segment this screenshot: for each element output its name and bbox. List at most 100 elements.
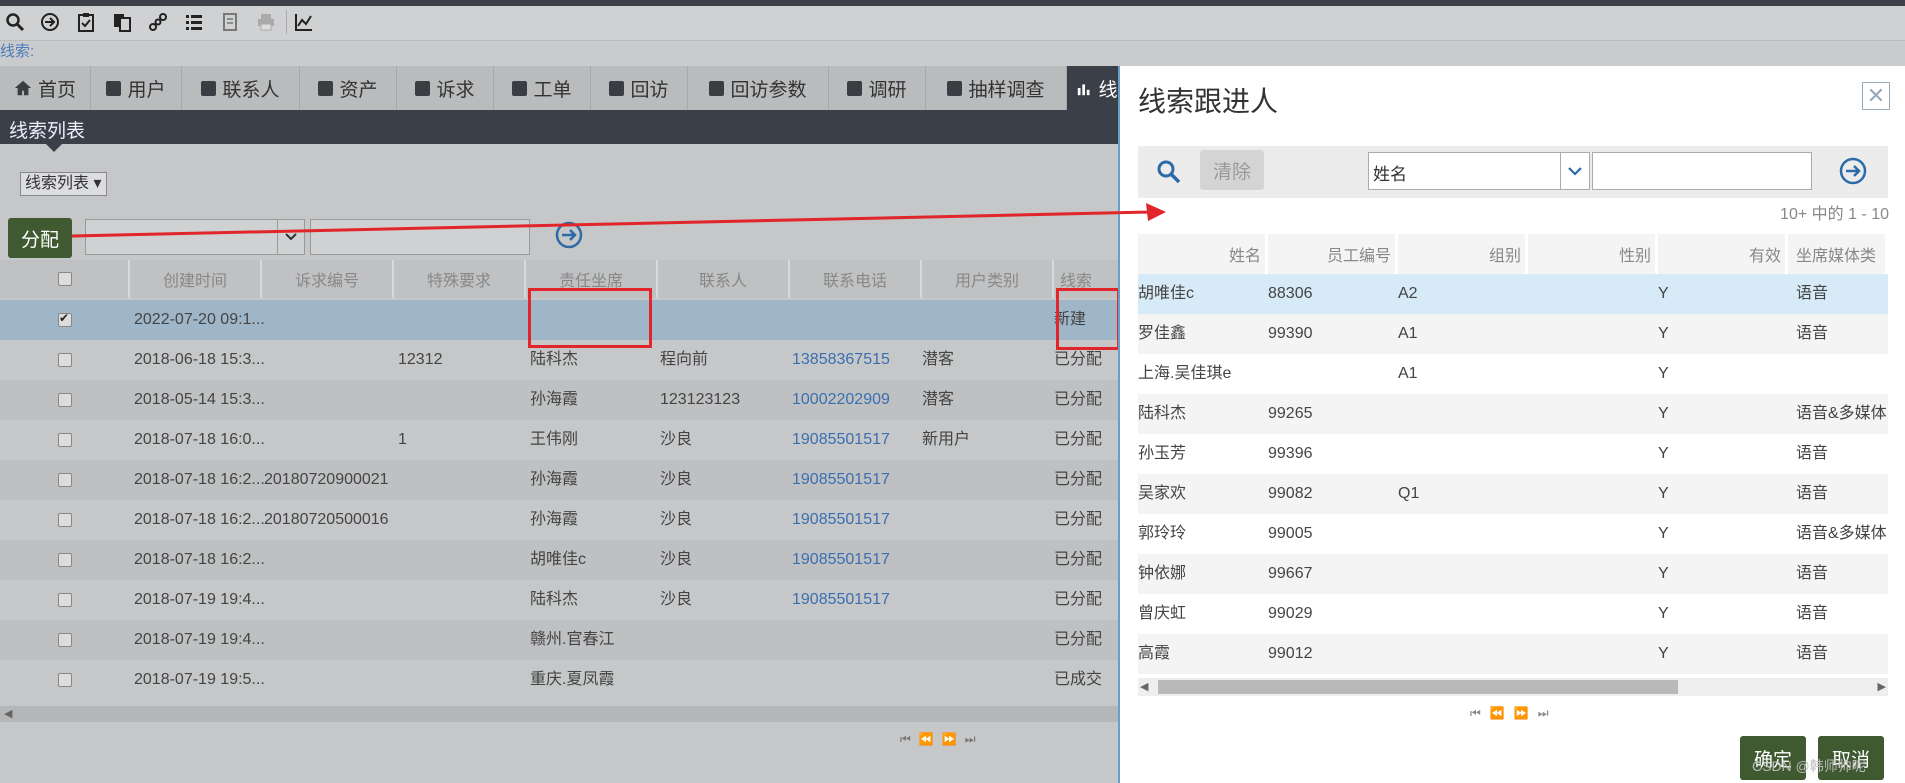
next-page-icon[interactable]: ⏩ [1514,706,1538,720]
table-row[interactable]: 吴家欢 99082 Q1 Y 语音 [1138,474,1888,514]
column-header[interactable]: 姓名 [1138,234,1268,274]
clipboard-check-icon[interactable] [72,8,100,36]
copy-icon[interactable] [108,8,136,36]
first-page-icon[interactable]: ⏮ [900,732,919,746]
column-header[interactable]: 员工编号 [1268,234,1398,274]
search-icon[interactable] [1,8,29,36]
cell-phone[interactable]: 19085501517 [792,580,916,620]
select-all-header[interactable] [0,260,130,298]
tab-callback[interactable]: 回访 [591,66,688,110]
table-row[interactable]: 2018-07-18 16:0... 1 王伟刚 沙良 19085501517 新用户 已分… [0,420,1120,460]
tab-requests[interactable]: 诉求 [397,66,494,110]
cell-phone[interactable] [792,620,916,660]
last-page-icon[interactable]: ⏭ [1538,706,1558,720]
link-icon[interactable] [144,8,172,36]
column-header[interactable]: 用户类别 [922,260,1054,298]
cell-phone[interactable]: 19085501517 [792,460,916,500]
table-row[interactable]: 孙玉芳 99396 Y 语音 [1138,434,1888,474]
tab-callback-params[interactable]: 回访参数 [688,66,829,110]
tab-sampling-survey[interactable]: 抽样调查 [926,66,1067,110]
row-checkbox[interactable] [58,353,72,367]
table-row[interactable]: 2018-07-19 19:5... 重庆.夏凤霞 已成交 [0,660,1120,700]
document-icon[interactable] [216,8,244,36]
cell-phone[interactable] [792,300,916,340]
filter-value-input[interactable] [310,219,530,255]
table-row[interactable]: 陆科杰 99265 Y 语音&多媒体 [1138,394,1888,434]
column-header[interactable]: 有效 [1658,234,1788,274]
column-header[interactable]: 创建时间 [130,260,262,298]
row-checkbox[interactable] [58,553,72,567]
column-header[interactable]: 联系人 [658,260,790,298]
dialog-pager[interactable]: ⏮⏪⏩⏭ [1470,706,1558,721]
go-arrow-icon[interactable] [1838,156,1868,186]
search-icon[interactable] [1154,157,1184,187]
scroll-right-icon[interactable]: ▶ [1878,680,1886,693]
row-checkbox[interactable] [58,593,72,607]
print-icon[interactable] [252,8,280,36]
field-value-input[interactable] [1592,152,1812,190]
row-checkbox[interactable] [58,513,72,527]
table-row[interactable]: 罗佳鑫 99390 A1 Y 语音 [1138,314,1888,354]
close-icon[interactable]: ✕ [1862,82,1890,110]
left-pager[interactable]: ⏮⏪⏩⏭ [900,732,1000,752]
row-checkbox[interactable] [58,633,72,647]
forward-icon[interactable] [36,8,64,36]
tab-home[interactable]: 首页 [0,66,91,110]
filter-field-select[interactable] [85,219,305,255]
scroll-thumb[interactable] [1158,680,1678,694]
field-select[interactable]: 姓名 [1368,152,1590,190]
column-header[interactable]: 坐席媒体类 [1788,234,1888,274]
table-row[interactable]: 曾庆虹 99029 Y 语音 [1138,594,1888,634]
table-row[interactable]: 高霞 99012 Y 语音 [1138,634,1888,674]
horizontal-scrollbar[interactable]: ◀ ▶ [1138,678,1888,696]
table-row[interactable]: 钟依娜 99667 Y 语音 [1138,554,1888,594]
column-header[interactable]: 性别 [1528,234,1658,274]
tab-workorders[interactable]: 工单 [494,66,591,110]
cell-phone[interactable]: 19085501517 [792,420,916,460]
row-checkbox[interactable] [58,673,72,687]
cell-phone[interactable]: 19085501517 [792,540,916,580]
cell-gender [1528,474,1648,514]
tab-users[interactable]: 用户 [91,66,182,110]
next-page-icon[interactable]: ⏩ [942,732,965,746]
table-row[interactable]: 郭玲玲 99005 Y 语音&多媒体 [1138,514,1888,554]
table-row[interactable]: 2018-07-18 16:2... 20180720500016 孙海霞 沙良 190… [0,500,1120,540]
view-select[interactable]: 线索列表 ▾ [20,172,107,196]
table-row[interactable]: 胡唯佳c 88306 A2 Y 语音 [1138,274,1888,314]
select-all-checkbox[interactable] [58,272,72,286]
table-row[interactable]: 2018-07-18 16:2... 20180720900021 孙海霞 沙良 190… [0,460,1120,500]
chart-icon[interactable] [290,8,318,36]
column-header[interactable]: 特殊要求 [394,260,526,298]
row-checkbox[interactable] [58,311,72,327]
tab-contacts[interactable]: 联系人 [182,66,300,110]
first-page-icon[interactable]: ⏮ [1470,706,1490,720]
assign-button[interactable]: 分配 [8,218,72,258]
column-header[interactable]: 联系电话 [790,260,922,298]
cell-phone[interactable]: 13858367515 [792,340,916,380]
scroll-left-icon[interactable]: ◀ [4,707,12,720]
horizontal-scrollbar[interactable]: ◀ [0,706,1120,722]
cell-phone[interactable]: 19085501517 [792,500,916,540]
tab-research[interactable]: 调研 [829,66,926,110]
column-header[interactable]: 诉求编号 [262,260,394,298]
row-checkbox[interactable] [58,433,72,447]
scroll-left-icon[interactable]: ◀ [1140,680,1148,693]
table-row[interactable]: 2018-07-19 19:4... 赣州.官春江 已分配 [0,620,1120,660]
cell-phone[interactable]: 10002202909 [792,380,916,420]
column-header[interactable]: 组别 [1398,234,1528,274]
prev-page-icon[interactable]: ⏪ [919,732,942,746]
clear-button[interactable]: 清除 [1200,150,1264,190]
row-checkbox[interactable] [58,393,72,407]
tab-assets[interactable]: 资产 [300,66,397,110]
table-row[interactable]: 2018-05-14 15:3... 孙海霞 123123123 1000220290… [0,380,1120,420]
table-row[interactable]: 2018-07-19 19:4... 陆科杰 沙良 19085501517 已分配 [0,580,1120,620]
prev-page-icon[interactable]: ⏪ [1490,706,1514,720]
last-page-icon[interactable]: ⏭ [965,732,984,746]
go-arrow-icon[interactable] [554,220,584,250]
list-icon[interactable] [180,8,208,36]
cell-phone[interactable] [792,660,916,700]
cell-created: 2018-07-18 16:0... [134,431,264,448]
table-row[interactable]: 2018-07-18 16:2... 胡唯佳c 沙良 19085501517 已分配 [0,540,1120,580]
row-checkbox[interactable] [58,473,72,487]
table-row[interactable]: 上海.吴佳琪e A1 Y [1138,354,1888,394]
